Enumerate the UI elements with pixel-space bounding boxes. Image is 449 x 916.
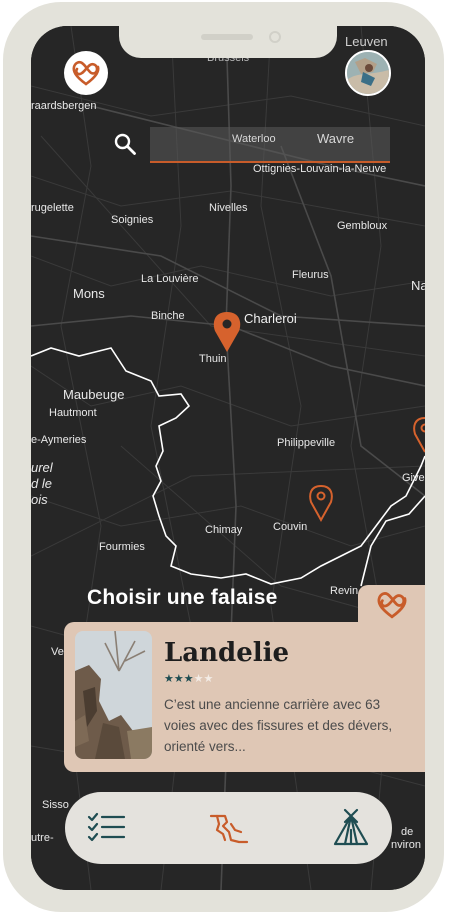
map-label-leuven: Leuven bbox=[345, 34, 388, 49]
app-screen: Brussels Leuven raardsbergen rugelette S… bbox=[31, 26, 425, 890]
star-icon: ★ bbox=[183, 672, 194, 685]
map-label-de: de bbox=[401, 826, 414, 838]
cliff-icon bbox=[209, 814, 249, 844]
tent-icon bbox=[333, 808, 369, 846]
phone-frame: Brussels Leuven raardsbergen rugelette S… bbox=[3, 2, 444, 912]
heart-knot-icon bbox=[377, 592, 406, 619]
checklist-icon bbox=[87, 812, 126, 842]
climber-avatar bbox=[347, 52, 389, 94]
heart-knot-logo-icon bbox=[72, 60, 100, 86]
map-label-nivelles: Nivelles bbox=[209, 202, 248, 214]
section-title: Choisir une falaise bbox=[87, 586, 278, 609]
star-icon: ★ bbox=[164, 672, 174, 685]
map-label-wavre: Wavre bbox=[317, 131, 355, 146]
map-label-soignies: Soignies bbox=[111, 214, 154, 226]
map-label-environs: nviron bbox=[391, 839, 421, 851]
map-label-hautmont: Hautmont bbox=[49, 407, 97, 419]
favorite-tab[interactable] bbox=[358, 585, 425, 625]
map-label-la-louviere: La Louvière bbox=[141, 273, 199, 285]
tab-list[interactable] bbox=[85, 806, 129, 850]
avatar[interactable] bbox=[345, 50, 391, 96]
map-label-aurel: urel d le ois bbox=[31, 460, 53, 507]
cliff-title: Landelie bbox=[164, 638, 290, 668]
bottom-tab-bar bbox=[65, 792, 392, 864]
tab-camping[interactable] bbox=[329, 806, 373, 850]
map-label-philippeville: Philippeville bbox=[277, 437, 336, 449]
cliff-photo bbox=[75, 631, 152, 759]
search-icon[interactable] bbox=[113, 132, 137, 156]
star-empty-icon: ★ bbox=[203, 672, 214, 685]
map-label-revin: Revin bbox=[330, 585, 359, 597]
map-label-fleurus: Fleurus bbox=[292, 269, 329, 281]
map-label-na: Na bbox=[411, 278, 425, 293]
map-label-gembloux: Gembloux bbox=[337, 220, 388, 232]
tab-cliff[interactable] bbox=[207, 806, 251, 850]
app-logo-button[interactable] bbox=[64, 51, 108, 95]
map-label-binche: Binche bbox=[151, 310, 185, 322]
map-label-mons: Mons bbox=[73, 286, 105, 301]
star-empty-icon: ★ bbox=[193, 672, 204, 685]
cliff-card[interactable]: Landelie ★★★★★ C’est une ancienne carriè… bbox=[64, 622, 425, 772]
map-label-sisso: Sisso bbox=[42, 799, 69, 811]
map-label-couvin: Couvin bbox=[273, 521, 308, 533]
map-label-maubeuge: Maubeuge bbox=[63, 387, 125, 402]
phone-camera bbox=[269, 31, 281, 43]
map-label-brugelette: rugelette bbox=[31, 202, 74, 214]
map-label-waterloo: Waterloo bbox=[232, 133, 276, 145]
star-icon: ★ bbox=[173, 672, 184, 685]
phone-notch bbox=[119, 26, 337, 58]
map-label-charleroi: Charleroi bbox=[244, 311, 297, 326]
map-label-ottignies: Ottignies-Louvain-la-Neuve bbox=[253, 163, 387, 175]
map-label-fourmies: Fourmies bbox=[99, 541, 145, 553]
map-label-thuin: Thuin bbox=[199, 353, 227, 365]
phone-speaker bbox=[201, 34, 253, 40]
map-label-ve: Ve bbox=[51, 646, 64, 658]
cliff-description: C’est une ancienne carrière avec 63 voie… bbox=[164, 697, 393, 754]
map-label-aymeries: e-Aymeries bbox=[31, 434, 87, 446]
cliff-rating: ★★★★★ bbox=[164, 672, 213, 685]
map-label-chimay: Chimay bbox=[205, 524, 243, 536]
map-label-geraardsbergen: raardsbergen bbox=[31, 100, 97, 112]
map-label-givet: Give bbox=[402, 472, 425, 484]
map-label-outre: utre- bbox=[31, 832, 54, 844]
